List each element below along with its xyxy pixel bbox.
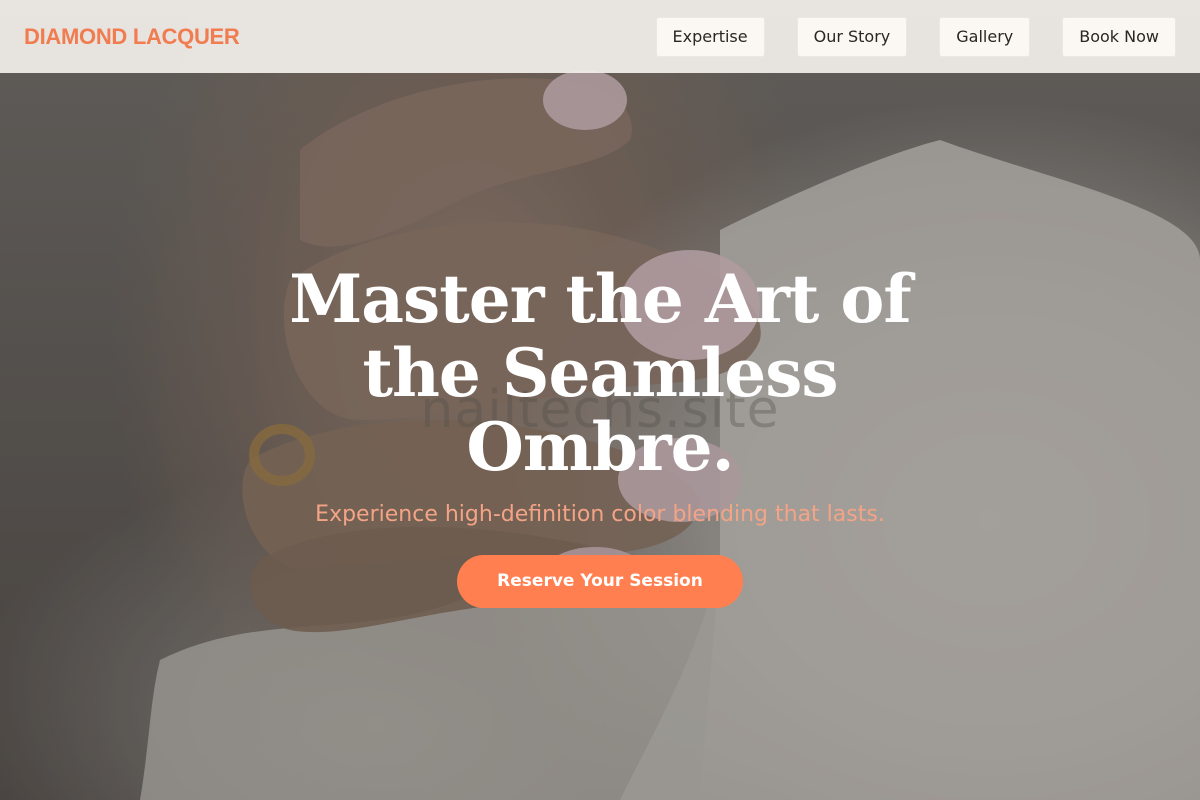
main-nav: Expertise Our Story Gallery Book Now [655, 16, 1176, 57]
site-header: DIAMOND LACQUER Expertise Our Story Gall… [0, 0, 1200, 73]
reserve-session-button[interactable]: Reserve Your Session [457, 555, 743, 608]
nav-expertise-button[interactable]: Expertise [655, 16, 765, 57]
hero-section: Master the Art of the Seamless Ombre. Ex… [0, 262, 1200, 608]
nav-our-story-button[interactable]: Our Story [796, 16, 908, 57]
hero-title: Master the Art of the Seamless Ombre. [289, 260, 912, 486]
nav-book-now-button[interactable]: Book Now [1062, 16, 1176, 57]
hero-subtitle: Experience high-definition color blendin… [315, 502, 885, 527]
brand-logo[interactable]: DIAMOND LACQUER [24, 24, 240, 50]
nav-gallery-button[interactable]: Gallery [939, 16, 1031, 57]
